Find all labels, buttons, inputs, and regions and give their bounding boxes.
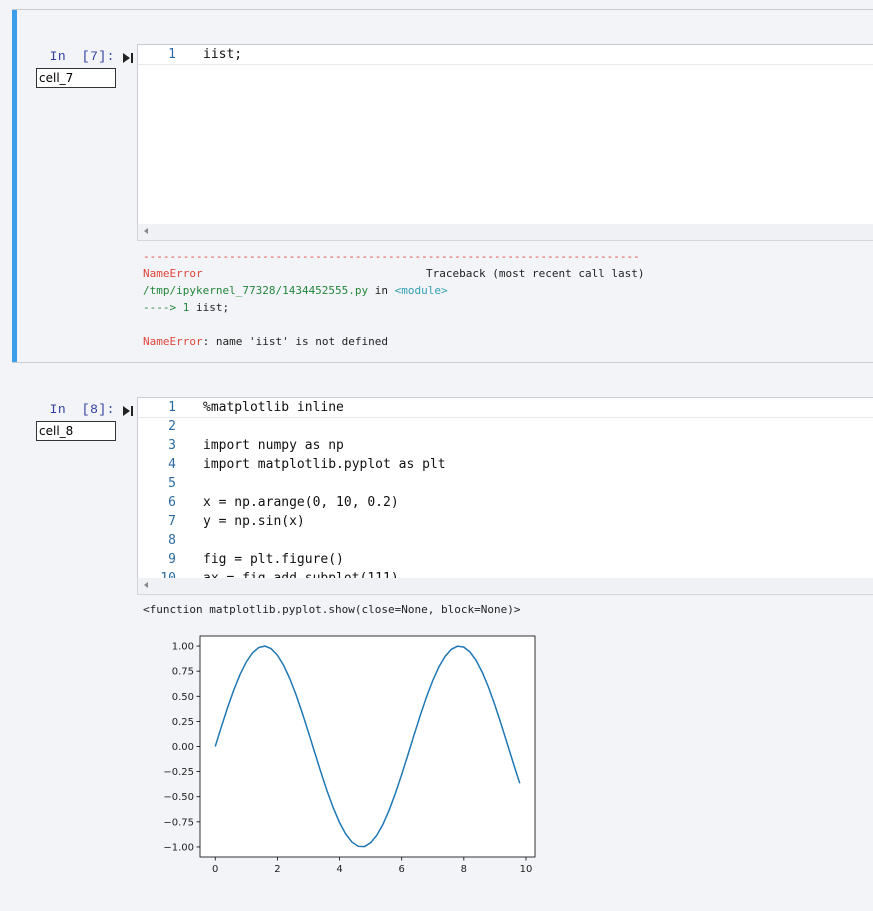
active-line-marker <box>138 64 873 65</box>
y-tick-label: 0.75 <box>172 667 194 678</box>
line-number: 1 <box>168 47 176 62</box>
line-number: 6 <box>168 495 176 510</box>
code-text[interactable]: %matplotlib inline <box>203 398 344 417</box>
code-line[interactable]: 1 iist; <box>138 45 873 64</box>
code-line[interactable]: 2 <box>138 417 873 436</box>
code-line[interactable]: 4 import matplotlib.pyplot as plt <box>138 455 873 474</box>
y-tick-label: 0.25 <box>172 717 194 728</box>
traceback-module: <module> <box>394 284 448 297</box>
code-cell-8[interactable]: In [8]: cell_8 1 %matplotlib inline 2 3 impo… <box>12 380 873 911</box>
y-tick-label: 0.00 <box>172 742 194 753</box>
editor-horizontal-scrollbar[interactable] <box>137 224 873 241</box>
code-cell-7[interactable]: In [7]: cell_7 1 iist; -----------------… <box>12 10 873 363</box>
traceback-arrow-line: ----> 1 iist; <box>143 301 230 314</box>
cell-name-field[interactable]: cell_8 <box>36 421 116 441</box>
x-tick-label: 8 <box>461 864 467 875</box>
sine-plot: 1.00 0.75 0.50 0.25 0.00 −0.25 −0.50 −0.75 −1.00… <box>163 635 536 875</box>
code-text[interactable]: y = np.sin(x) <box>203 512 305 531</box>
code-line[interactable]: 5 <box>138 474 873 493</box>
x-tick-label: 4 <box>336 864 342 875</box>
line-number: 8 <box>168 533 176 548</box>
traceback-dashes: ----------------------------------------… <box>143 250 640 263</box>
y-tick-label: −0.75 <box>163 817 194 828</box>
input-prompt: In [8]: <box>49 402 115 417</box>
error-name: NameError <box>143 267 203 280</box>
code-line[interactable]: 8 <box>138 531 873 550</box>
line-number: 7 <box>168 514 176 529</box>
traceback-location: /tmp/ipykernel_77328/1434452555.py in <m… <box>143 284 448 297</box>
x-tick-label: 6 <box>398 864 404 875</box>
y-tick-label: −0.25 <box>163 767 194 778</box>
line-number: 1 <box>168 400 176 415</box>
code-text[interactable]: iist; <box>203 45 242 64</box>
code-line[interactable]: 7 y = np.sin(x) <box>138 512 873 531</box>
x-tick-label: 0 <box>212 864 218 875</box>
code-editor[interactable]: 1 iist; <box>137 44 873 226</box>
input-prompt: In [7]: <box>49 49 115 64</box>
x-tick-label: 2 <box>274 864 280 875</box>
traceback-file-path: /tmp/ipykernel_77328/1434452555.py <box>143 284 369 297</box>
code-text[interactable]: import numpy as np <box>203 436 344 455</box>
code-line[interactable]: 6 x = np.arange(0, 10, 0.2) <box>138 493 873 512</box>
code-line[interactable]: 9 fig = plt.figure() <box>138 550 873 569</box>
run-cell-icon[interactable] <box>122 405 134 417</box>
error-message: NameError: name 'iist' is not defined <box>143 335 389 348</box>
cell-output-text: <function matplotlib.pyplot.show(close=N… <box>143 603 521 616</box>
code-line[interactable]: 1 %matplotlib inline <box>138 398 873 417</box>
y-tick-label: −1.00 <box>163 842 194 853</box>
line-number: 5 <box>168 476 176 491</box>
line-number: 9 <box>168 552 176 567</box>
editor-horizontal-scrollbar[interactable] <box>137 578 873 595</box>
cell-name-field[interactable]: cell_7 <box>36 68 116 88</box>
traceback-header: NameError Traceback (most recent call las… <box>143 265 645 282</box>
y-tick-label: −0.50 <box>163 792 194 803</box>
x-tick-label: 10 <box>520 864 533 875</box>
scroll-left-arrow-icon[interactable] <box>144 228 148 234</box>
line-number: 2 <box>168 419 176 434</box>
y-tick-label: 0.50 <box>172 692 194 703</box>
code-text[interactable]: fig = plt.figure() <box>203 550 344 569</box>
y-tick-label: 1.00 <box>172 642 194 653</box>
code-text[interactable]: x = np.arange(0, 10, 0.2) <box>203 493 399 512</box>
run-cell-icon[interactable] <box>122 52 134 64</box>
scroll-left-arrow-icon[interactable] <box>144 582 148 588</box>
line-number: 4 <box>168 457 176 472</box>
code-line[interactable]: 3 import numpy as np <box>138 436 873 455</box>
code-text[interactable]: import matplotlib.pyplot as plt <box>203 455 446 474</box>
code-editor[interactable]: 1 %matplotlib inline 2 3 import numpy as np 4… <box>137 397 873 580</box>
plot-area <box>200 636 535 857</box>
traceback-label: Traceback (most recent call last) <box>426 267 645 280</box>
line-number: 3 <box>168 438 176 453</box>
